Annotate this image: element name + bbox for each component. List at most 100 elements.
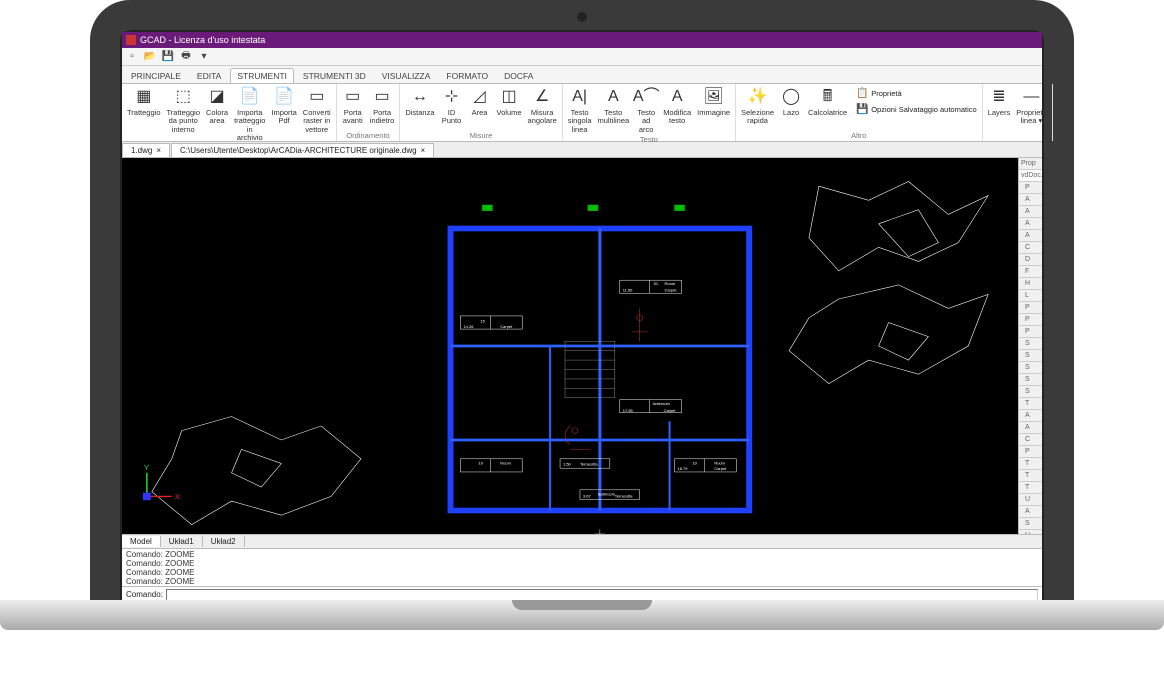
props-item[interactable]: U	[1019, 530, 1042, 534]
layers-button[interactable]: ≣Layers	[985, 86, 1014, 117]
ribbon-tab-docfa[interactable]: DOCFA	[497, 68, 540, 83]
props-item[interactable]: C	[1019, 434, 1042, 446]
id-punto-button[interactable]: ⊹ID Punto	[438, 86, 466, 126]
close-tab-icon[interactable]: ×	[156, 146, 161, 155]
props-item[interactable]: T	[1019, 398, 1042, 410]
immagine-button[interactable]: 🖼Immagine	[694, 86, 733, 117]
svg-text:Carpet: Carpet	[665, 288, 678, 293]
ribbon-tab-strumenti[interactable]: STRUMENTI	[230, 68, 294, 83]
properties-panel[interactable]: Prop vdDoc... PAAAACDFHLPPPSSSSSTAACPTTT…	[1018, 158, 1042, 534]
selezione-rapida-button[interactable]: ✨Selezione rapida	[738, 86, 777, 126]
props-item[interactable]: S	[1019, 386, 1042, 398]
colora-area-button[interactable]: ◪Colora area	[203, 86, 231, 126]
svg-text:18.79: 18.79	[678, 466, 688, 471]
props-item[interactable]: T	[1019, 482, 1042, 494]
misura-angolare-button[interactable]: ∠Misura angolare	[525, 86, 560, 126]
close-tab-icon[interactable]: ×	[421, 146, 426, 155]
props-item[interactable]: D	[1019, 254, 1042, 266]
modifica-testo-button[interactable]: AModifica testo	[660, 86, 694, 126]
new-icon[interactable]: ▫	[126, 51, 138, 63]
props-item[interactable]: S	[1019, 518, 1042, 530]
area-button[interactable]: ◿Area	[466, 86, 494, 117]
app-window: GCAD - Licenza d'uso intestata ▫ 📂 💾 🖶 ▾…	[122, 32, 1042, 618]
titlebar: GCAD - Licenza d'uso intestata	[122, 32, 1042, 48]
proprieta-side-button[interactable]: 📋Proprietà	[853, 86, 979, 100]
testo-arco-button[interactable]: A⌒Testo ad arco	[632, 86, 660, 134]
props-item[interactable]: P	[1019, 326, 1042, 338]
svg-text:Anteroom: Anteroom	[653, 401, 670, 406]
print-icon[interactable]: 🖶	[180, 51, 192, 63]
svg-text:Y: Y	[144, 463, 149, 472]
command-input[interactable]	[166, 589, 1038, 601]
importa-archivio-label: Importa tratteggio in archivio	[234, 109, 265, 142]
workspace: 51Room 11.50Carpet 15 14.26Carpet Antero…	[122, 158, 1042, 534]
testo-multilinea-icon: A	[602, 86, 624, 108]
svg-text:14.26: 14.26	[463, 324, 473, 329]
importa-pdf-label: Importa Pdf	[271, 109, 296, 126]
ribbon-tab-formato[interactable]: FORMATO	[439, 68, 495, 83]
calcolatrice-button[interactable]: 🖩Calcolatrice	[805, 86, 850, 117]
ribbon-tab-strumenti 3d[interactable]: STRUMENTI 3D	[296, 68, 373, 83]
open-icon[interactable]: 📂	[144, 51, 156, 63]
ribbon-tab-principale[interactable]: PRINCIPALE	[124, 68, 188, 83]
props-item[interactable]: S	[1019, 374, 1042, 386]
props-item[interactable]: A	[1019, 194, 1042, 206]
ribbon-tab-visualizza[interactable]: VISUALIZZA	[375, 68, 438, 83]
modifica-testo-label: Modifica testo	[663, 109, 691, 126]
volume-button[interactable]: ◫Volume	[494, 86, 525, 117]
tratteggio-button[interactable]: ▦Tratteggio	[124, 86, 164, 117]
props-item[interactable]: T	[1019, 458, 1042, 470]
props-item[interactable]: T	[1019, 470, 1042, 482]
app-logo-icon	[126, 35, 136, 45]
save-icon[interactable]: 💾	[162, 51, 174, 63]
svg-text:Carpet: Carpet	[714, 466, 727, 471]
distanza-button[interactable]: ↔Distanza	[402, 86, 437, 117]
doc-tab[interactable]: C:\Users\Utente\Desktop\ArCADia-ARCHITEC…	[171, 143, 434, 157]
props-item[interactable]: U	[1019, 494, 1042, 506]
ribbon-tab-edita[interactable]: EDITA	[190, 68, 228, 83]
immagine-label: Immagine	[697, 109, 730, 117]
testo-multilinea-button[interactable]: ATesto multilinea	[595, 86, 633, 126]
props-item[interactable]: P	[1019, 302, 1042, 314]
props-item[interactable]: A	[1019, 206, 1042, 218]
importa-pdf-button[interactable]: 📄Importa Pdf	[268, 86, 299, 126]
props-item[interactable]: A	[1019, 506, 1042, 518]
doc-tab[interactable]: 1.dwg×	[122, 143, 170, 157]
porta-avanti-button[interactable]: ▭Porta avanti	[339, 86, 367, 126]
lazo-button[interactable]: ◯Lazo	[777, 86, 805, 117]
importa-archivio-button[interactable]: 📄Importa tratteggio in archivio	[231, 86, 268, 142]
selezione-rapida-icon: ✨	[747, 86, 769, 108]
undo-icon[interactable]: ▾	[198, 51, 210, 63]
props-item[interactable]: H	[1019, 278, 1042, 290]
props-item[interactable]: S	[1019, 362, 1042, 374]
props-item[interactable]: C	[1019, 242, 1042, 254]
laptop-camera	[577, 12, 587, 22]
layout-tab-układ1[interactable]: Układ1	[161, 536, 203, 547]
props-item[interactable]: P	[1019, 182, 1042, 194]
id-punto-label: ID Punto	[441, 109, 463, 126]
props-item[interactable]: S	[1019, 350, 1042, 362]
tratteggio-punto-button[interactable]: ⬚Tratteggio da punto interno	[164, 86, 204, 134]
props-item[interactable]: P	[1019, 446, 1042, 458]
svg-text:Bathroom: Bathroom	[598, 492, 615, 497]
props-item[interactable]: F	[1019, 266, 1042, 278]
porta-indietro-button[interactable]: ▭Porta indietro	[367, 86, 398, 126]
props-item[interactable]: A	[1019, 230, 1042, 242]
layout-tab-układ2[interactable]: Układ2	[203, 536, 245, 547]
props-item[interactable]: A	[1019, 422, 1042, 434]
svg-text:Terracotta: Terracotta	[615, 493, 634, 498]
proprieta-linea-button[interactable]: —Proprietà linea ▾	[1013, 86, 1049, 126]
props-item[interactable]: S	[1019, 338, 1042, 350]
layout-tab-model[interactable]: Model	[122, 536, 161, 547]
drawing-canvas[interactable]: 51Room 11.50Carpet 15 14.26Carpet Antero…	[122, 158, 1018, 534]
lazo-label: Lazo	[783, 109, 799, 117]
converti-raster-button[interactable]: ▭Converti raster in vettore	[300, 86, 334, 134]
props-item[interactable]: L	[1019, 290, 1042, 302]
props-item[interactable]: P	[1019, 314, 1042, 326]
svg-text:11.50: 11.50	[623, 288, 633, 293]
props-item[interactable]: A	[1019, 218, 1042, 230]
laptop-notch	[512, 600, 652, 610]
opzioni-salvataggio-button[interactable]: 💾Opzioni Salvataggio automatico	[853, 102, 979, 116]
testo-singola-button[interactable]: A|Testo singola linea	[565, 86, 595, 134]
props-item[interactable]: A	[1019, 410, 1042, 422]
